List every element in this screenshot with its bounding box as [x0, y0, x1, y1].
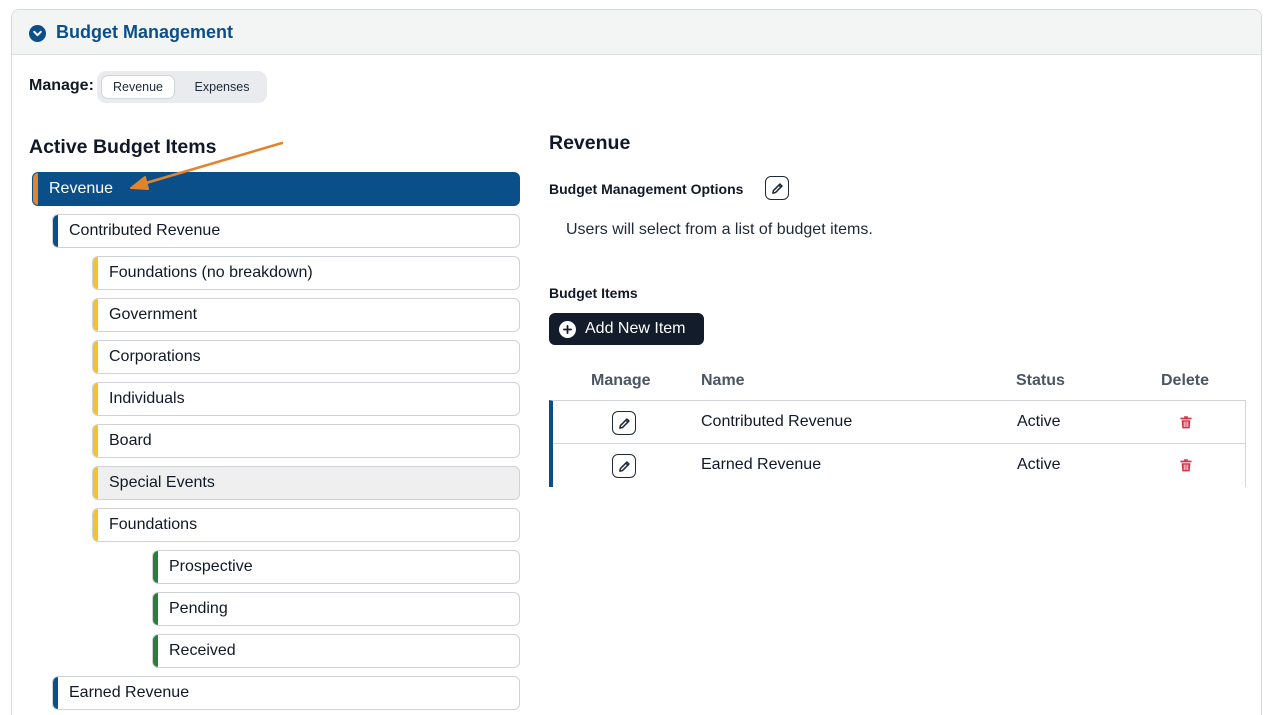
- delete-row-button[interactable]: [1180, 459, 1192, 477]
- active-budget-items-heading: Active Budget Items: [29, 136, 217, 158]
- row-name: Earned Revenue: [701, 456, 822, 473]
- options-description: Users will select from a list of budget …: [566, 221, 873, 238]
- manage-label: Manage:: [29, 77, 94, 94]
- panel-header[interactable]: Budget Management: [12, 10, 1261, 55]
- add-new-item-label: Add New Item: [585, 320, 686, 337]
- budget-items-label: Budget Items: [549, 285, 638, 301]
- tree-item-label: Prospective: [169, 558, 253, 575]
- tree-item[interactable]: Prospective: [152, 550, 520, 584]
- column-header-delete: Delete: [1161, 372, 1210, 389]
- tree-item-label: Contributed Revenue: [69, 222, 221, 239]
- row-status: Active: [1017, 456, 1061, 473]
- trash-icon: [1180, 416, 1192, 429]
- tree-item[interactable]: Government: [92, 298, 520, 332]
- trash-icon: [1180, 459, 1192, 472]
- tree-item-label: Government: [109, 306, 198, 323]
- column-header-status: Status: [1016, 372, 1065, 389]
- tree-item[interactable]: Contributed Revenue: [52, 214, 520, 248]
- add-new-item-button[interactable]: Add New Item: [549, 313, 704, 345]
- table-row: Earned Revenue Active: [553, 444, 1246, 487]
- tree-item-label: Revenue: [49, 180, 114, 197]
- tree-item[interactable]: Earned Revenue: [52, 676, 520, 710]
- tree-item-label: Individuals: [109, 390, 185, 407]
- tree-item-label: Foundations (no breakdown): [109, 264, 313, 281]
- tree-item[interactable]: Board: [92, 424, 520, 458]
- pencil-icon: [618, 417, 630, 429]
- row-status: Active: [1017, 413, 1061, 430]
- tree-item-label: Earned Revenue: [69, 684, 190, 701]
- toggle-expenses[interactable]: Expenses: [181, 75, 263, 99]
- budget-management-panel: Budget Management Manage: Revenue Expens…: [11, 9, 1262, 715]
- tree-item[interactable]: Individuals: [92, 382, 520, 416]
- row-name: Contributed Revenue: [701, 413, 853, 430]
- tree-item[interactable]: Special Events: [92, 466, 520, 500]
- tree-item[interactable]: Revenue: [32, 172, 520, 206]
- edit-row-button[interactable]: [612, 454, 636, 478]
- pencil-icon: [771, 182, 783, 194]
- plus-circle-icon: [559, 320, 576, 338]
- options-label: Budget Management Options: [549, 181, 744, 197]
- tree-item-label: Board: [109, 432, 152, 449]
- edit-options-button[interactable]: [765, 176, 789, 200]
- column-header-name: Name: [701, 372, 745, 389]
- tree-item-label: Corporations: [109, 348, 201, 365]
- panel-title: Budget Management: [56, 22, 234, 42]
- detail-heading: Revenue: [549, 132, 631, 154]
- pencil-icon: [618, 460, 630, 472]
- manage-toggle: Revenue Expenses: [97, 71, 267, 103]
- edit-row-button[interactable]: [612, 411, 636, 435]
- tree-item[interactable]: Received: [152, 634, 520, 668]
- table-body: Contributed Revenue Active Earned Revenue A…: [549, 400, 1246, 487]
- chevron-down-icon[interactable]: [29, 25, 46, 42]
- delete-row-button[interactable]: [1180, 416, 1192, 434]
- tree-item[interactable]: Foundations: [92, 508, 520, 542]
- tree-item[interactable]: Corporations: [92, 340, 520, 374]
- tree-item-label: Pending: [169, 600, 228, 617]
- tree-item[interactable]: Pending: [152, 592, 520, 626]
- tree-item-label: Special Events: [109, 474, 215, 491]
- toggle-revenue[interactable]: Revenue: [101, 75, 175, 99]
- tree-item[interactable]: Foundations (no breakdown): [92, 256, 520, 290]
- tree-item-label: Foundations: [109, 516, 198, 533]
- tree-item-label: Received: [169, 642, 236, 659]
- table-row: Contributed Revenue Active: [553, 401, 1246, 444]
- column-header-manage: Manage: [591, 372, 651, 389]
